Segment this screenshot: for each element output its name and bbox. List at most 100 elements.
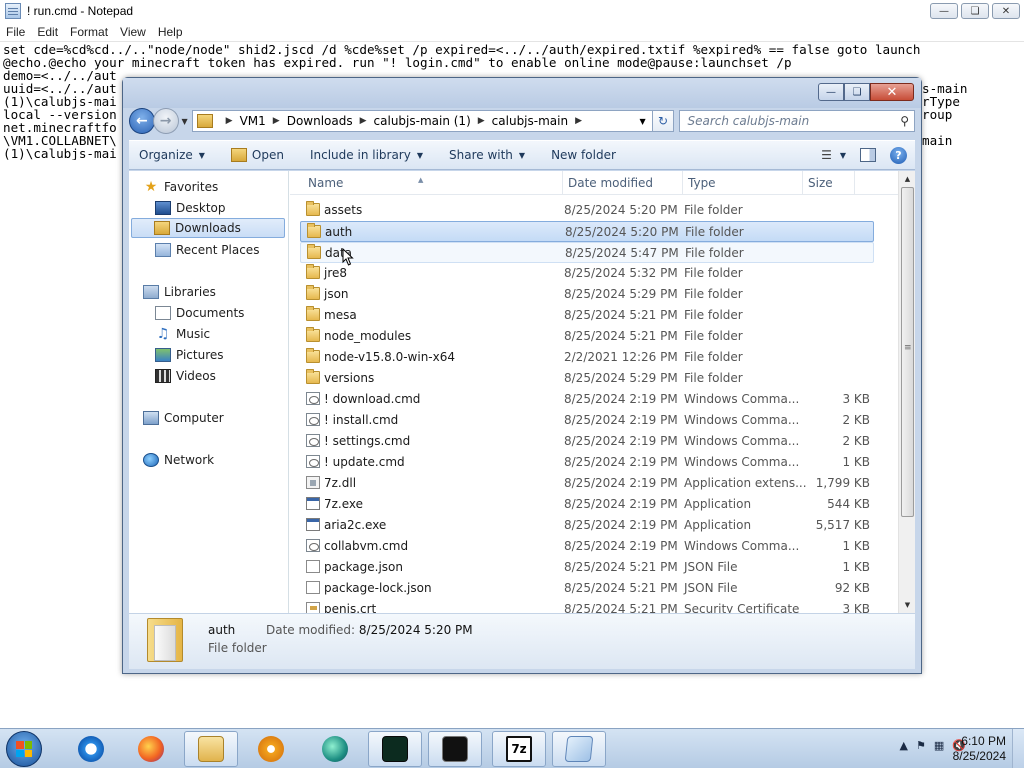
notepad-menu-bar: File Edit Format View Help [0,22,1024,42]
file-row[interactable]: ! install.cmd 8/25/2024 2:19 PM Windows Co… [300,410,874,431]
nav-favorites[interactable]: ★ Favorites [143,177,219,197]
maximize-button[interactable]: ❏ [961,3,989,19]
chevron-down-icon: ▼ [518,150,526,160]
nav-computer[interactable]: Computer [143,408,224,428]
nav-downloads[interactable]: Downloads [131,218,285,238]
file-date: 8/25/2024 5:32 PM [564,266,678,280]
address-dropdown[interactable]: ▼ [640,117,646,126]
scroll-thumb[interactable] [901,187,914,517]
file-type: File folder [684,350,743,364]
file-row[interactable]: auth 8/25/2024 5:20 PM File folder [300,221,874,242]
file-row[interactable]: node_modules 8/25/2024 5:21 PM File folder [300,326,874,347]
file-row[interactable]: json 8/25/2024 5:29 PM File folder [300,284,874,305]
taskbar-app[interactable] [308,731,362,767]
taskbar-cmd[interactable] [428,731,482,767]
file-date: 8/25/2024 5:29 PM [564,287,678,301]
search-icon[interactable]: ⚲ [900,114,909,128]
file-type: Windows Comma... [684,539,800,553]
file-row[interactable]: penis.crt 8/25/2024 5:21 PM Security Certi… [300,599,874,613]
file-row[interactable]: ! download.cmd 8/25/2024 2:19 PM Windows C… [300,389,874,410]
file-row[interactable]: ! update.cmd 8/25/2024 2:19 PM Windows Com… [300,452,874,473]
nav-recent-places[interactable]: Recent Places [155,240,259,260]
details-pane: auth File folder Date modified: 8/25/202… [129,613,915,669]
scroll-up-arrow[interactable]: ▲ [899,171,915,187]
file-row[interactable]: jre8 8/25/2024 5:32 PM File folder [300,263,874,284]
refresh-button[interactable]: ↻ [652,110,675,132]
column-name[interactable]: Name [308,176,343,190]
notepad-title-bar[interactable]: ! run.cmd - Notepad — ❏ ✕ [0,0,1024,22]
close-button[interactable]: ✕ [992,3,1020,19]
file-row[interactable]: versions 8/25/2024 5:29 PM File folder [300,368,874,389]
file-date: 8/25/2024 2:19 PM [564,539,678,553]
nav-libraries[interactable]: Libraries [143,282,216,302]
file-row[interactable]: package-lock.json 8/25/2024 5:21 PM JSON F… [300,578,874,599]
menu-edit[interactable]: Edit [31,25,64,39]
chevron-right-icon: ▶ [225,116,233,126]
breadcrumb-calubjs-main-1[interactable]: calubjs-main (1) [374,114,471,128]
file-row[interactable]: package.json 8/25/2024 5:21 PM JSON File 1 … [300,557,874,578]
minimize-button[interactable]: — [818,83,844,101]
start-button[interactable] [6,731,42,767]
breadcrumb-calubjs-main[interactable]: calubjs-main [492,114,568,128]
file-row[interactable]: data 8/25/2024 5:47 PM File folder [300,242,874,263]
taskbar-internet-explorer[interactable] [64,731,118,767]
open-button[interactable]: Open [221,148,294,162]
nav-music[interactable]: ♫ Music [155,324,210,344]
nav-pictures[interactable]: Pictures [155,345,224,365]
7zip-icon: 7z [506,736,532,762]
preview-pane-icon[interactable] [860,148,876,162]
menu-view[interactable]: View [114,25,152,39]
taskbar-7zip[interactable]: 7z [492,731,546,767]
view-options-button[interactable]: ☰ ▼ [821,148,846,162]
taskbar-firefox[interactable] [124,731,178,767]
menu-file[interactable]: File [0,25,31,39]
nav-videos[interactable]: Videos [155,366,216,386]
forward-button[interactable]: → [152,108,179,134]
file-row[interactable]: mesa 8/25/2024 5:21 PM File folder [300,305,874,326]
taskbar: 7z ▲ ⚑ ▦ 🔇 6:10 PM 8/25/2024 [0,728,1024,768]
file-row[interactable]: 7z.dll 8/25/2024 2:19 PM Application exten… [300,473,874,494]
breadcrumb-downloads[interactable]: Downloads [287,114,353,128]
taskbar-notepad[interactable] [552,731,606,767]
scroll-down-arrow[interactable]: ▼ [899,597,915,613]
show-hidden-icons-icon[interactable]: ▲ [900,739,908,752]
address-bar[interactable]: ▶ VM1 ▶ Downloads ▶ calubjs-main (1) ▶ calub… [191,110,653,132]
close-button[interactable]: ✕ [870,83,914,101]
taskbar-windows-explorer[interactable] [184,731,238,767]
show-desktop-button[interactable] [1012,729,1024,768]
vertical-scrollbar[interactable]: ▲ ▼ [898,171,915,613]
recent-pages-dropdown[interactable]: ▼ [182,117,188,126]
share-with-button[interactable]: Share with ▼ [439,148,535,162]
clock[interactable]: 6:10 PM 8/25/2024 [926,734,1006,764]
file-date: 8/25/2024 5:21 PM [564,581,678,595]
nav-desktop[interactable]: Desktop [155,198,226,218]
chevron-right-icon: ▶ [575,116,582,126]
organize-button[interactable]: Organize ▼ [129,148,215,162]
menu-format[interactable]: Format [64,25,114,39]
nav-documents[interactable]: Documents [155,303,244,323]
column-date-modified[interactable]: Date modified [568,176,653,190]
action-center-icon[interactable]: ⚑ [916,739,926,752]
new-folder-button[interactable]: New folder [541,148,626,162]
taskbar-terminal[interactable] [368,731,422,767]
maximize-button[interactable]: ❏ [844,83,870,101]
breadcrumb-vm1[interactable]: VM1 [240,114,266,128]
include-in-library-button[interactable]: Include in library ▼ [300,148,433,162]
help-icon[interactable]: ? [890,146,907,164]
search-input[interactable]: Search calubjs-main ⚲ [679,110,916,132]
nav-network[interactable]: Network [143,450,214,470]
file-row[interactable]: ! settings.cmd 8/25/2024 2:19 PM Windows C… [300,431,874,452]
column-size[interactable]: Size [808,176,833,190]
file-row[interactable]: 7z.exe 8/25/2024 2:19 PM Application 544 KB [300,494,874,515]
menu-help[interactable]: Help [152,25,189,39]
back-button[interactable]: ← [129,108,155,134]
chevron-right-icon: ▶ [477,116,485,126]
explorer-title-bar[interactable]: — ❏ ✕ [123,78,921,108]
file-row[interactable]: aria2c.exe 8/25/2024 2:19 PM Application 5,… [300,515,874,536]
file-row[interactable]: collabvm.cmd 8/25/2024 2:19 PM Windows Com… [300,536,874,557]
minimize-button[interactable]: — [930,3,958,19]
taskbar-media-player[interactable] [244,731,298,767]
file-row[interactable]: node-v15.8.0-win-x64 2/2/2021 12:26 PM Fil… [300,347,874,368]
file-row[interactable]: assets 8/25/2024 5:20 PM File folder [300,200,874,221]
column-type[interactable]: Type [688,176,716,190]
